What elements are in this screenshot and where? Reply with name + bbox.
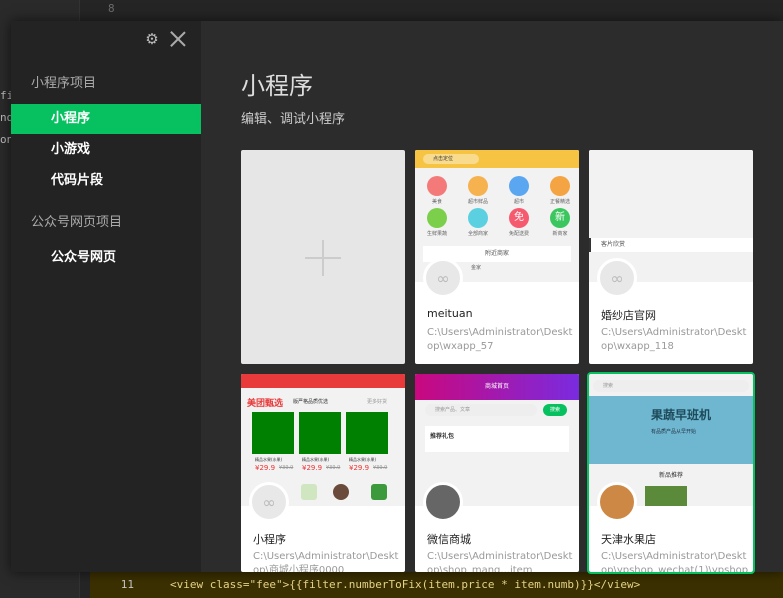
section-title-web: 公众号网页项目 xyxy=(31,215,123,230)
code-line: 11 <view class="fee">{{filter.numberToFix… xyxy=(90,578,783,591)
store-avatar xyxy=(423,482,463,522)
category-icon xyxy=(333,484,349,500)
thumb-search-btn: 搜索 xyxy=(543,404,567,416)
product-label: 精品水果(水果) xyxy=(302,457,330,462)
category-icon xyxy=(301,484,317,500)
mini-program-logo-icon: ∞ xyxy=(597,258,637,298)
product-price: ¥29.9 xyxy=(255,464,276,472)
food-icon xyxy=(427,176,447,196)
page-subtitle: 编辑、调试小程序 xyxy=(241,112,346,127)
project-card-wedding[interactable]: 客片欣赏 ∞ 婚纱店官网 C:\Users\Administrator\Desk… xyxy=(589,150,753,364)
shops-icon xyxy=(468,208,488,228)
thumb-more: 更多好货 xyxy=(367,399,388,405)
icon-label: 正餐精选 xyxy=(549,199,570,205)
product-old-price: ¥39.9 xyxy=(279,465,294,471)
line-number: 11 xyxy=(120,578,134,591)
project-path: C:\Users\Administrator\Desktop\ypshop_we… xyxy=(601,551,749,572)
mini-program-logo-icon: ∞ xyxy=(423,258,463,298)
gear-icon[interactable]: ⚙ xyxy=(144,31,160,47)
thumb-tab: 版严格品质优选 xyxy=(293,399,329,405)
thumb-rec-title: 新品推荐 xyxy=(658,472,683,479)
icon-label: 免配送费 xyxy=(508,231,529,237)
close-icon[interactable] xyxy=(168,29,188,49)
icon-label: 超市 xyxy=(513,199,524,205)
project-name: 天津水果店 xyxy=(601,533,656,546)
product-image xyxy=(299,412,341,454)
thumb-header-title: 商城首页 xyxy=(484,383,509,390)
project-path: C:\Users\Administrator\Desktop\wxapp_57 xyxy=(427,327,573,352)
sidebar-item-minigame[interactable]: 小游戏 xyxy=(11,135,201,165)
thumb-banner-title: 果蔬早班机 xyxy=(651,408,712,422)
sidebar-item-official-web[interactable]: 公众号网页 xyxy=(11,243,201,273)
shop-name: 金家 xyxy=(471,265,482,271)
product-image xyxy=(346,412,388,454)
project-card-miniprogram[interactable]: 美团甄选 版严格品质优选 更多好货 精品水果(水果) 精品水果(水果) 精品水果… xyxy=(241,374,405,572)
page-title: 小程序 xyxy=(241,72,313,100)
new-icon: 新 xyxy=(550,208,570,228)
code-text: <view class="fee">{{filter.numberToFix(i… xyxy=(170,578,641,591)
product-old-price: ¥39.9 xyxy=(326,465,341,471)
project-card-wechat-mall[interactable]: 商城首页 搜索产品、文章 搜索 推荐礼包 微信商城 C:\Users\Admin… xyxy=(415,374,579,572)
thumb-section: 推荐礼包 xyxy=(425,426,569,452)
thumb-brand: 美团甄选 xyxy=(247,399,284,409)
line-number: 8 xyxy=(108,2,115,15)
drink-icon xyxy=(468,176,488,196)
code-editor-bottom: 11 <view class="fee">{{filter.numberToFix… xyxy=(90,572,783,598)
project-list-main: 小程序 编辑、调试小程序 点击定位 美食 超市鲜品 超市 正餐精选 免 新 生鲜… xyxy=(201,21,783,574)
new-project-card[interactable] xyxy=(241,150,405,364)
thumb-search: 搜索产品、文章 xyxy=(425,404,537,416)
product-label: 精品水果(水果) xyxy=(255,457,283,462)
store-avatar xyxy=(597,482,637,522)
product-image xyxy=(645,486,687,506)
project-name: 小程序 xyxy=(253,533,286,546)
sidebar-item-miniprogram[interactable]: 小程序 xyxy=(11,104,201,134)
project-card-fruit-shop[interactable]: 搜索 果蔬早班机 有品质产品从早开始 新品推荐 天津水果店 C:\Users\A… xyxy=(587,372,755,574)
location-pill: 点击定位 xyxy=(423,154,479,164)
project-path: C:\Users\Administrator\Desktop\商城小程序0000 xyxy=(253,551,399,572)
project-path: C:\Users\Administrator\Desktop\wxapp_118 xyxy=(601,327,747,352)
product-old-price: ¥39.9 xyxy=(373,465,388,471)
icon-label: 超市鲜品 xyxy=(467,199,488,205)
thumb-section: 客片欣赏 xyxy=(589,238,753,252)
plus-icon xyxy=(305,240,341,276)
free-icon: 免 xyxy=(509,208,529,228)
project-path: C:\Users\Administrator\Desktop\shop_mang… xyxy=(427,551,573,572)
thumb-banner xyxy=(241,374,405,388)
thumb-search: 搜索 xyxy=(593,380,749,392)
project-name: meituan xyxy=(427,307,473,320)
product-price: ¥29.9 xyxy=(349,464,370,472)
icon-label: 生鲜果蔬 xyxy=(426,231,447,237)
project-card-meituan[interactable]: 点击定位 美食 超市鲜品 超市 正餐精选 免 新 生鲜果蔬 全部商家 免配送费 … xyxy=(415,150,579,364)
new-project-dialog: ⚙ 小程序项目 小程序 小游戏 代码片段 公众号网页项目 公众号网页 小程序 编… xyxy=(11,21,783,574)
project-name: 婚纱店官网 xyxy=(601,309,656,322)
icon-label: 全部商家 xyxy=(467,231,488,237)
crown-icon xyxy=(550,176,570,196)
category-icon xyxy=(371,484,387,500)
mini-program-logo-icon: ∞ xyxy=(249,482,289,522)
section-title-miniprogram: 小程序项目 xyxy=(31,76,97,91)
icon-label: 新商家 xyxy=(552,231,568,237)
project-name: 微信商城 xyxy=(427,533,471,546)
thumb-banner-sub: 有品质产品从早开始 xyxy=(651,429,697,435)
cart-icon xyxy=(509,176,529,196)
product-image xyxy=(252,412,294,454)
apple-icon xyxy=(427,208,447,228)
sidebar-item-code-snippet[interactable]: 代码片段 xyxy=(11,166,201,196)
project-type-sidebar: ⚙ 小程序项目 小程序 小游戏 代码片段 公众号网页项目 公众号网页 xyxy=(11,21,201,572)
product-price: ¥29.9 xyxy=(302,464,323,472)
product-label: 精品水果(水果) xyxy=(349,457,377,462)
icon-label: 美食 xyxy=(431,199,442,205)
